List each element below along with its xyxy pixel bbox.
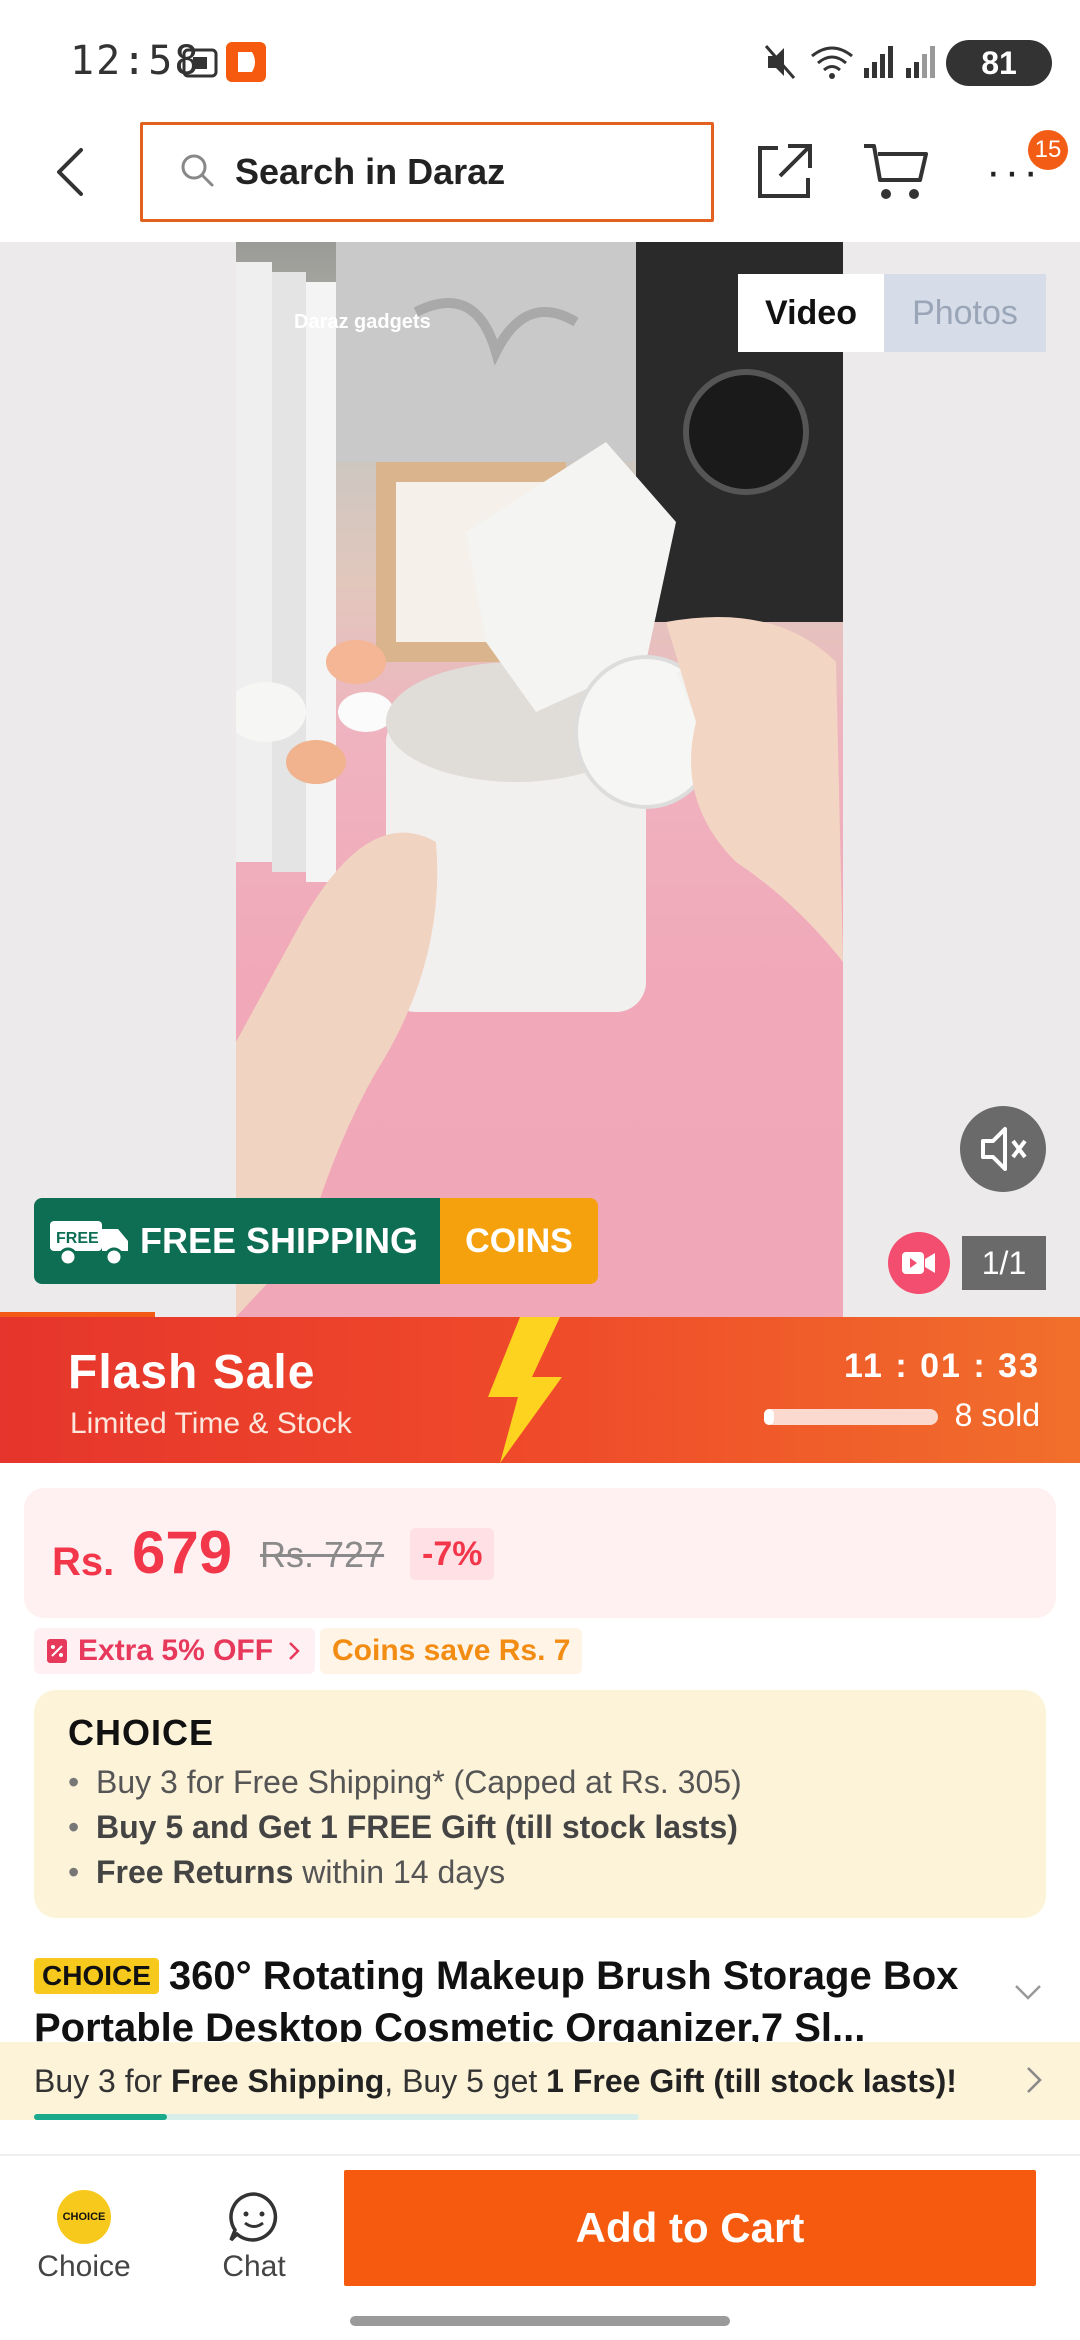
price-card: Rs. 679 Rs. 727 -7% (24, 1488, 1056, 1618)
choice-tag: CHOICE (34, 1958, 159, 1994)
bundle-text: Buy 3 for (34, 2062, 163, 2099)
chevron-down-icon[interactable] (1010, 1980, 1046, 2004)
bundle-bold-shipping: Free Shipping (170, 2062, 385, 2099)
choice-benefits-card[interactable]: CHOICE Buy 3 for Free Shipping* (Capped … (34, 1690, 1046, 1918)
bundle-offer-banner[interactable]: Buy 3 for Free Shipping, Buy 5 get 1 Fre… (0, 2042, 1080, 2120)
battery-indicator: 81 (946, 40, 1052, 86)
cart-button[interactable] (862, 140, 930, 204)
current-price: 679 (132, 1519, 233, 1586)
search-placeholder: Search in Daraz (235, 151, 506, 192)
video-still: Daraz gadgets (236, 242, 843, 1317)
original-price: Rs. 727 (260, 1534, 385, 1575)
bundle-text: , Buy 5 get (384, 2062, 538, 2099)
chat-label: Chat (222, 2250, 286, 2283)
notification-badge: 15 (1028, 130, 1068, 170)
choice-icon: CHOICE (57, 2190, 111, 2244)
product-title-text: 360° Rotating Makeup Brush Storage Box P… (34, 1954, 959, 2050)
coins-label: COINS (440, 1198, 598, 1284)
status-bar: 12:58 81 (0, 0, 1080, 120)
choice-logo: CHOICE (68, 1712, 215, 1753)
media-counter: 1/1 (962, 1236, 1046, 1290)
flash-sale-subtitle: Limited Time & Stock (70, 1407, 352, 1440)
bundle-progress-bar (34, 2114, 639, 2120)
speaker-mute-icon (981, 1127, 1027, 1171)
chat-icon (229, 2192, 278, 2242)
free-shipping-banner: FREE FREE SHIPPING COINS (34, 1198, 598, 1284)
product-video[interactable]: Daraz gadgets (236, 242, 843, 1317)
free-shipping-label-wrap: FREE FREE SHIPPING (34, 1198, 440, 1284)
cart-icon (864, 144, 928, 199)
signal-icon (862, 42, 896, 87)
share-button[interactable] (752, 140, 816, 204)
extra-off-chip[interactable]: Extra 5% OFF (34, 1628, 316, 1674)
bottom-action-bar: CHOICE Choice Chat Add to Cart (0, 2154, 1080, 2340)
discount-badge: -7% (410, 1528, 495, 1580)
home-indicator[interactable] (350, 2316, 730, 2326)
free-badge: FREE (56, 1230, 99, 1247)
free-shipping-label: FREE SHIPPING (140, 1220, 419, 1261)
wifi-icon (810, 42, 854, 87)
coins-save-chip: Coins save Rs. 7 (320, 1628, 583, 1674)
truck-icon: FREE (50, 1221, 128, 1267)
video-camera-icon[interactable] (888, 1232, 950, 1294)
sold-progress-bar (764, 1409, 938, 1425)
signal-icon (904, 42, 938, 87)
chevron-right-icon (289, 1642, 300, 1660)
choice-benefit-item: Buy 5 and Get 1 FREE Gift (till stock la… (62, 1809, 1018, 1846)
mute-icon (762, 42, 798, 87)
price-currency: Rs. (52, 1540, 115, 1584)
mute-button[interactable] (960, 1106, 1046, 1192)
product-media[interactable]: Daraz gadgets Video Photos FREE FREE SHI… (0, 242, 1080, 1317)
search-icon (179, 152, 215, 193)
back-button[interactable] (40, 142, 100, 202)
sold-count: 8 sold (954, 1397, 1040, 1433)
chevron-right-icon (1027, 2067, 1042, 2093)
choice-benefits-list: Buy 3 for Free Shipping* (Capped at Rs. … (62, 1764, 1018, 1891)
add-to-cart-button[interactable]: Add to Cart (344, 2170, 1036, 2286)
share-icon (758, 144, 812, 198)
extra-off-label: Extra 5% OFF (78, 1634, 274, 1667)
product-title: CHOICE 360° Rotating Makeup Brush Storage… (34, 1950, 1014, 2054)
bundle-bold-gift: 1 Free Gift (till stock lasts)! (546, 2062, 957, 2099)
choice-nav-label: Choice (37, 2250, 131, 2283)
media-toggle: Video Photos (738, 274, 1046, 352)
top-nav: Search in Daraz ··· 15 (0, 120, 1080, 242)
video-watermark: Daraz gadgets (294, 311, 431, 333)
tab-photos[interactable]: Photos (884, 274, 1046, 352)
flash-sale-banner[interactable]: Flash Sale Limited Time & Stock 11 : 01 … (0, 1317, 1080, 1463)
choice-nav-button[interactable]: CHOICE Choice (24, 2190, 144, 2284)
lightning-icon (488, 1317, 562, 1463)
flash-sale-title: Flash Sale (68, 1346, 316, 1399)
search-input[interactable]: Search in Daraz (140, 122, 714, 222)
choice-benefit-item: Buy 3 for Free Shipping* (Capped at Rs. … (62, 1764, 1018, 1801)
daraz-app-icon (226, 42, 266, 87)
screenshot-icon (180, 42, 220, 87)
voucher-icon (47, 1639, 67, 1663)
choice-benefit-item: Free Returns within 14 days (62, 1854, 1018, 1891)
tab-video[interactable]: Video (738, 274, 884, 352)
flash-sale-timer: 11 : 01 : 33 (843, 1347, 1040, 1385)
chat-button[interactable]: Chat (194, 2190, 314, 2284)
chevron-left-icon (57, 148, 83, 196)
